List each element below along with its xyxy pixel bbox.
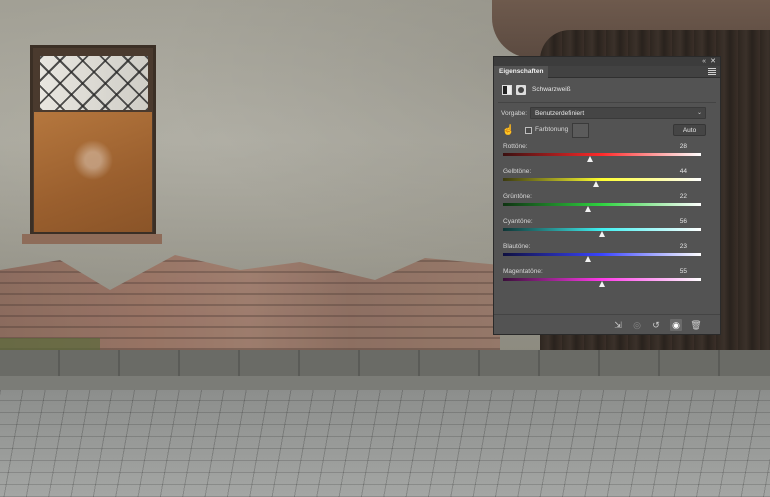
sidewalk [0,350,770,378]
slider-label: Gelbtöne: [503,168,532,175]
preset-value: Benutzerdefiniert [535,110,585,117]
preset-dropdown[interactable]: Benutzerdefiniert ⌄ [530,107,706,119]
slider-thumb[interactable] [584,206,591,212]
slider-5: Magentatöne: 55 [503,268,711,292]
tint-label: Farbtonung [535,126,569,133]
window-board [34,112,152,232]
slider-label: Grüntöne: [503,193,532,200]
slider-4: Blautöne: 23 [503,243,711,267]
cobblestone-street [0,390,770,497]
slider-value[interactable]: 22 [680,193,687,200]
slider-0: Rottöne: 28 [503,143,711,167]
slider-track[interactable] [503,203,701,206]
slider-3: Cyantöne: 56 [503,218,711,242]
slider-thumb[interactable] [598,231,605,237]
close-icon[interactable]: ✕ [710,57,716,66]
slider-2: Grüntöne: 22 [503,193,711,217]
adjustment-title: Schwarzweiß [532,86,571,93]
preset-label: Vorgabe: [501,110,528,117]
layer-mask-icon[interactable] [516,85,526,95]
slider-1: Gelbtöne: 44 [503,168,711,192]
tint-checkbox[interactable] [525,127,532,134]
slider-value[interactable]: 55 [680,268,687,275]
slider-thumb[interactable] [584,256,591,262]
tint-color-swatch[interactable] [572,123,589,138]
slider-track[interactable] [503,153,701,156]
slider-thumb[interactable] [586,156,593,162]
slider-label: Magentatöne: [503,268,543,275]
window-sill [22,234,162,244]
slider-value[interactable]: 28 [680,143,687,150]
panel-topbar: « ✕ [494,57,720,66]
adjustment-header: Schwarzweiß [502,85,712,97]
slider-value[interactable]: 56 [680,218,687,225]
panel-tab-row: Eigenschaften [494,66,720,78]
slider-thumb[interactable] [598,281,605,287]
curb [0,376,770,390]
slider-value[interactable]: 44 [680,168,687,175]
view-previous-state-icon[interactable]: ◎ [631,319,643,331]
slider-label: Cyantöne: [503,218,533,225]
window-grille [40,56,148,110]
eye-icon[interactable]: ◉ [670,319,682,331]
slider-thumb[interactable] [592,181,599,187]
reset-icon[interactable]: ↺ [650,319,662,331]
trash-icon[interactable]: 🗑 [690,319,702,331]
slider-value[interactable]: 23 [680,243,687,250]
black-white-adjustment-icon[interactable] [502,85,512,95]
double-chevron-icon[interactable]: « [702,57,706,66]
hand-icon[interactable]: ☝ [502,125,514,137]
slider-label: Rottöne: [503,143,528,150]
clip-to-layer-icon[interactable]: ⇲ [612,319,624,331]
divider [498,102,716,103]
tab-properties[interactable]: Eigenschaften [494,66,549,78]
auto-button[interactable]: Auto [673,124,706,136]
slider-track[interactable] [503,178,701,181]
panel-footer: ⇲ ◎ ↺ ◉ 🗑 [494,314,720,334]
panel-menu-icon[interactable] [708,68,716,75]
chevron-down-icon: ⌄ [696,110,702,116]
slider-label: Blautöne: [503,243,531,250]
slider-track[interactable] [503,253,701,256]
properties-panel: « ✕ Eigenschaften Schwarzweiß Vorgabe: B… [493,56,721,335]
